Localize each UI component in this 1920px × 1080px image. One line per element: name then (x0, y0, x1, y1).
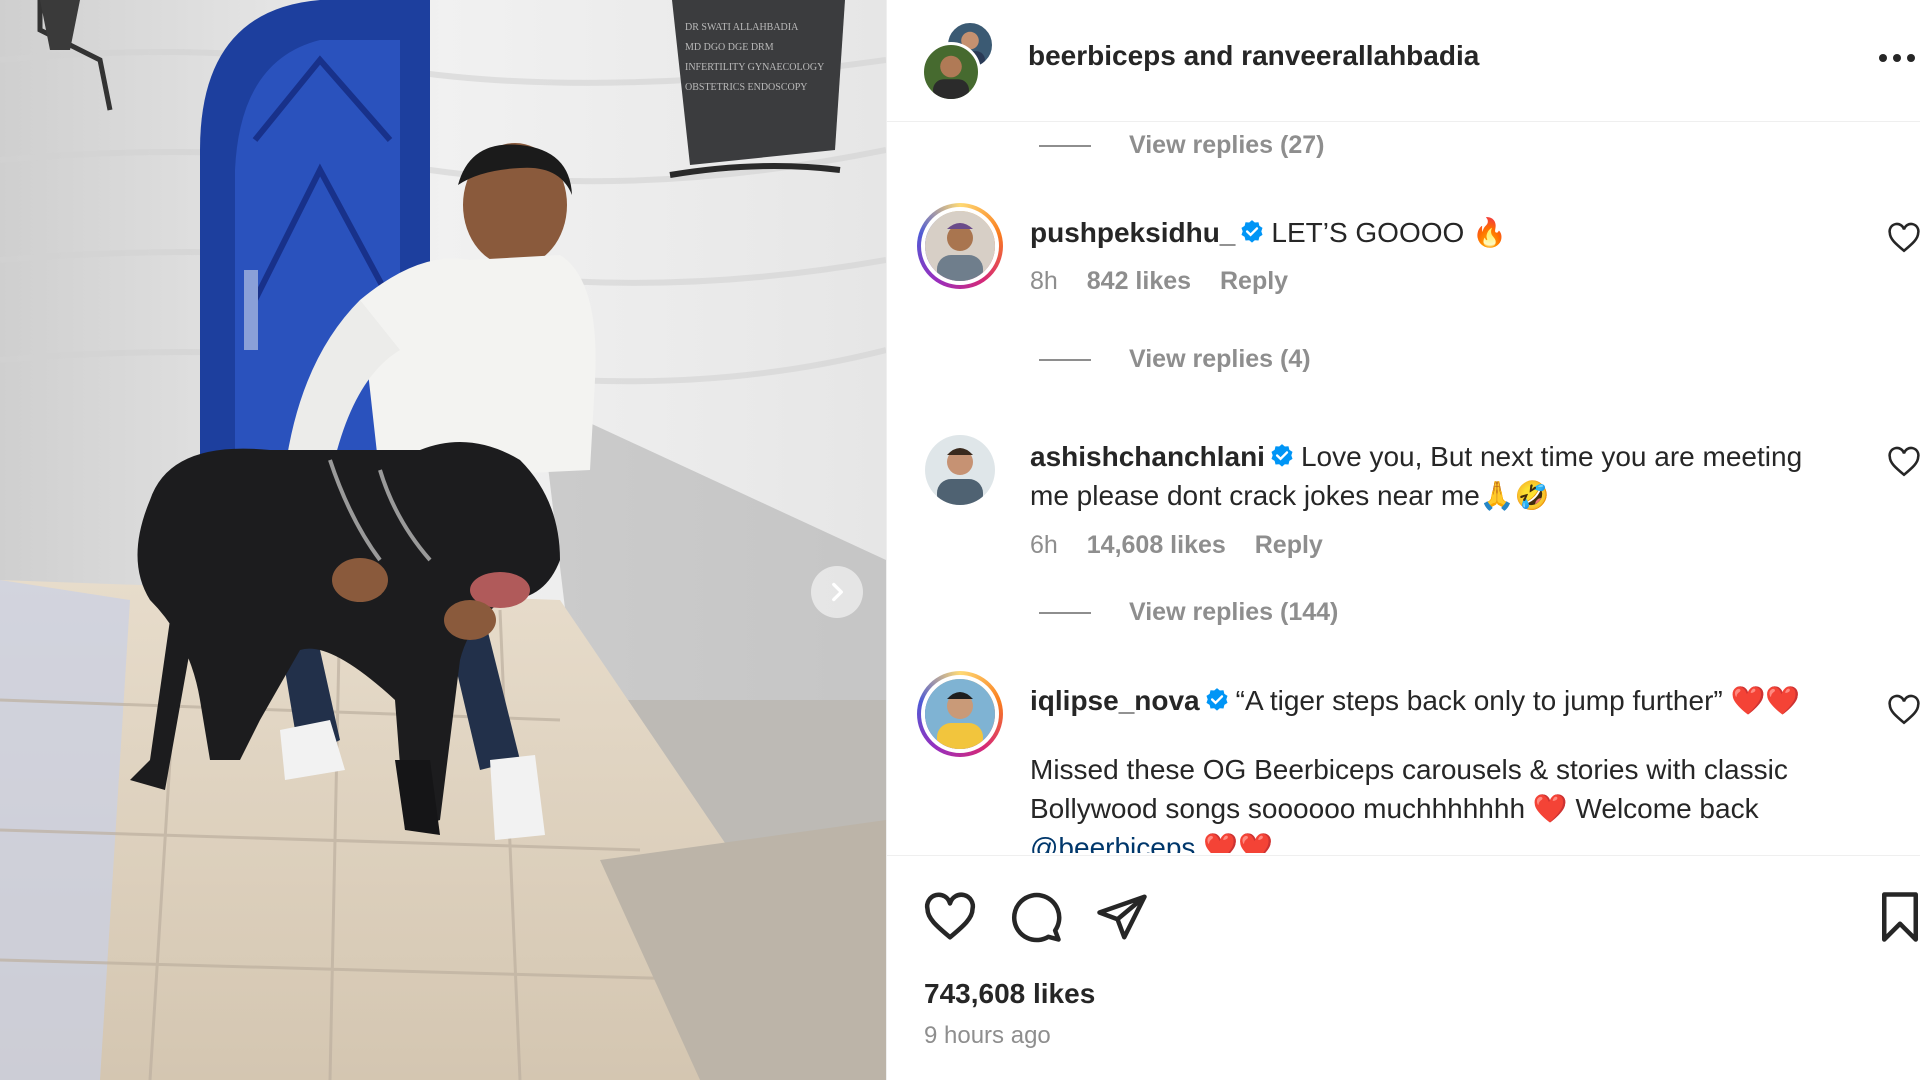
avatar[interactable] (917, 427, 1003, 513)
mention-link[interactable]: @beerbiceps (1030, 832, 1195, 853)
comment-item: pushpeksidhu_ LET’S GOOOO 🔥 8h 842 likes … (917, 203, 1920, 353)
heart-icon[interactable] (1887, 693, 1920, 727)
collab-avatars[interactable] (921, 20, 1001, 102)
chevron-right-icon (832, 582, 843, 602)
comment-age: 6h (1030, 531, 1058, 559)
view-replies-button[interactable]: View replies (144) (1039, 598, 1338, 627)
avatar[interactable] (917, 203, 1003, 289)
comment-username[interactable]: iqlipse_nova (1030, 685, 1200, 716)
view-replies-button[interactable]: View replies (27) (1039, 131, 1324, 160)
svg-text:MD DGO DGE DRM: MD DGO DGE DRM (685, 42, 774, 53)
avatar (921, 42, 981, 102)
comment-text: “A tiger steps back only to jump further… (1235, 685, 1723, 716)
bookmark-icon[interactable] (1873, 890, 1920, 944)
comment-icon[interactable] (1009, 890, 1063, 944)
verified-badge-icon (1271, 444, 1293, 467)
more-options-icon[interactable] (1877, 38, 1917, 74)
share-icon[interactable] (1095, 890, 1149, 944)
comment-text: Bollywood songs soooooo muchhhhhhh (1030, 793, 1526, 824)
svg-text:DR SWATI ALLAHBADIA: DR SWATI ALLAHBADIA (685, 22, 799, 33)
post-photo: DR SWATI ALLAHBADIA MD DGO DGE DRM INFER… (0, 0, 886, 1080)
reply-button[interactable]: Reply (1220, 267, 1288, 295)
post-owner-names[interactable]: beerbiceps and ranveerallahbadia (1028, 40, 1479, 72)
avatar[interactable] (917, 671, 1003, 757)
post-media: DR SWATI ALLAHBADIA MD DGO DGE DRM INFER… (0, 0, 886, 1080)
heart-icon[interactable] (1887, 445, 1920, 479)
comment-meta: 6h 14,608 likes Reply (1030, 531, 1345, 560)
post-actions-bar: 743,608 likes 9 hours ago (887, 855, 1920, 1080)
heart-emoji: ❤️ (1532, 793, 1568, 824)
comment-likes[interactable]: 14,608 likes (1087, 531, 1226, 559)
view-replies-button[interactable]: View replies (4) (1039, 345, 1311, 374)
verified-badge-icon (1206, 688, 1228, 711)
comment-item: ashishchanchlani Love you, But next time … (917, 427, 1920, 607)
comments-list: View replies (27) pushpeksidhu_ LET’S GOO… (887, 123, 1920, 853)
post-header: beerbiceps and ranveerallahbadia (887, 0, 1920, 122)
heart-icon[interactable] (1887, 221, 1920, 255)
comment-meta: 8h 842 likes Reply (1030, 267, 1310, 296)
svg-text:OBSTETRICS ENDOSCOPY: OBSTETRICS ENDOSCOPY (685, 82, 808, 93)
comment-text: Love you, But next time you are meeting (1300, 441, 1803, 472)
comment-age: 8h (1030, 267, 1058, 295)
next-photo-button[interactable] (811, 566, 863, 618)
comment-text: me please dont crack jokes near me🙏🤣 (1030, 480, 1550, 511)
hearts-emoji: ❤️❤️ (1730, 685, 1801, 716)
comment-item: iqlipse_nova “A tiger steps back only to … (917, 671, 1920, 853)
post-side-panel: beerbiceps and ranveerallahbadia View re… (886, 0, 1920, 1080)
comment-username[interactable]: pushpeksidhu_ (1030, 217, 1235, 248)
comment-text: Welcome back (1575, 793, 1759, 824)
svg-text:INFERTILITY GYNAECOLOGY: INFERTILITY GYNAECOLOGY (685, 62, 824, 73)
post-timestamp: 9 hours ago (924, 1022, 1051, 1049)
comment-likes[interactable]: 842 likes (1087, 267, 1191, 295)
comment-text: LET’S GOOOO 🔥 (1271, 217, 1507, 248)
comment-text: Missed these OG Beerbiceps carousels & s… (1030, 754, 1788, 785)
reply-button[interactable]: Reply (1255, 531, 1323, 559)
heart-icon[interactable] (923, 890, 977, 944)
post-likes-count[interactable]: 743,608 likes (924, 978, 1095, 1010)
verified-badge-icon (1241, 220, 1263, 243)
comment-username[interactable]: ashishchanchlani (1030, 441, 1265, 472)
heart-emoji: ❤️❤️ (1203, 832, 1273, 853)
